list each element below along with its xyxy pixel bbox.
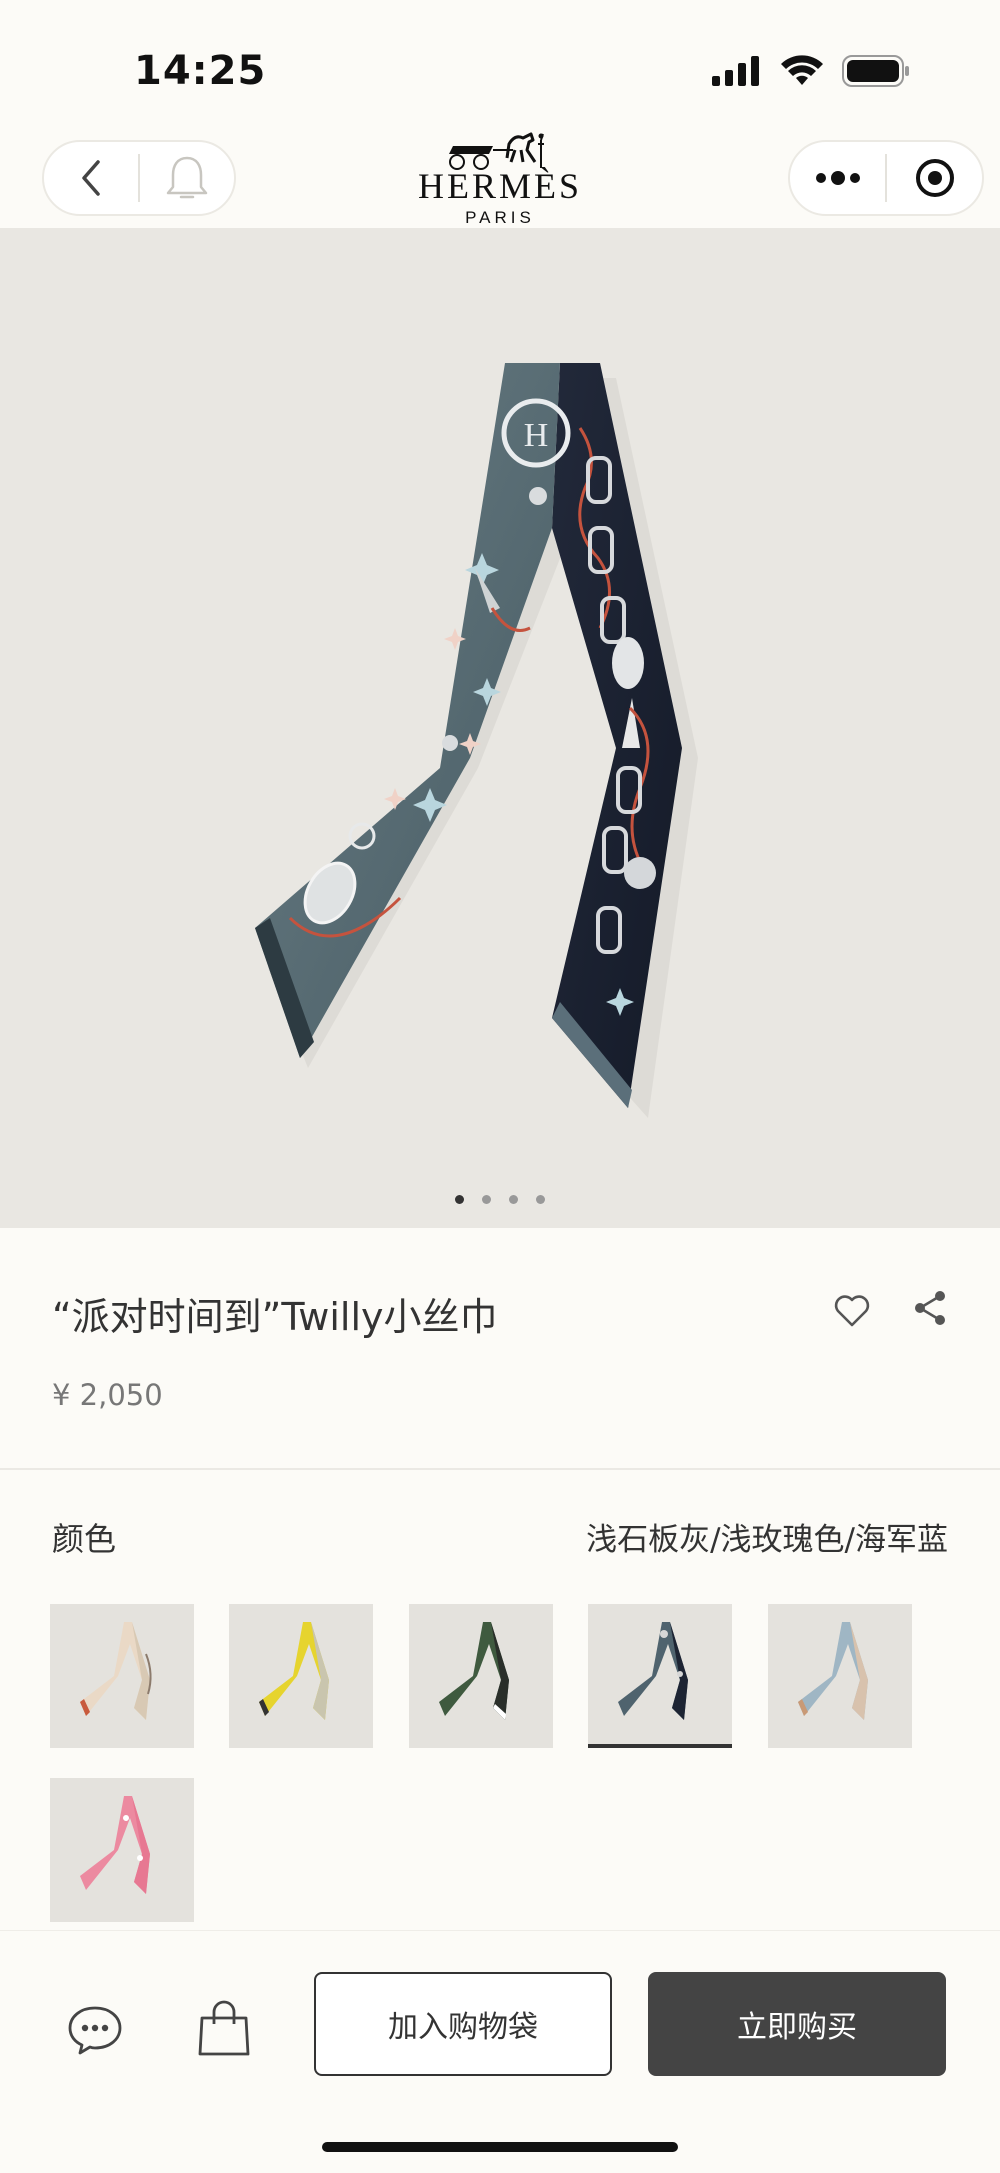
carousel-dot[interactable] — [536, 1195, 545, 1204]
brand-logo: HERMÈS PARIS — [400, 128, 600, 228]
share-icon — [915, 1291, 945, 1325]
buy-now-button[interactable]: 立即购买 — [648, 1972, 946, 2076]
nav-right-pill — [788, 140, 984, 216]
swatch-scarf-image — [259, 1622, 329, 1720]
product-title: “派对时间到”Twilly小丝巾 — [52, 1295, 498, 1339]
more-dots-icon — [815, 171, 860, 185]
chat-bubble-icon — [68, 2006, 122, 2055]
carousel-dot[interactable] — [482, 1195, 491, 1204]
shopping-bag-button[interactable] — [196, 1998, 252, 2058]
svg-text:H: H — [524, 417, 549, 454]
add-to-bag-button[interactable]: 加入购物袋 — [314, 1972, 612, 2076]
status-bar: 14:25 — [0, 0, 1000, 130]
color-swatch[interactable] — [229, 1604, 373, 1748]
swatch-scarf-image — [618, 1622, 688, 1720]
selected-color-name: 浅石板灰/浅玫瑰色/海军蓝 — [586, 1522, 948, 1558]
color-swatch[interactable] — [768, 1604, 912, 1748]
section-divider — [0, 1468, 1000, 1470]
carousel-dot[interactable] — [509, 1195, 518, 1204]
chevron-left-icon — [82, 160, 100, 196]
bell-icon — [166, 156, 208, 199]
notification-button[interactable] — [140, 142, 234, 214]
product-price: ¥ 2,050 — [52, 1378, 163, 1412]
carousel-dot[interactable] — [455, 1195, 464, 1204]
share-button[interactable] — [910, 1288, 954, 1332]
swatch-scarf-image — [439, 1622, 509, 1720]
color-swatch[interactable] — [50, 1778, 194, 1922]
twilly-scarf-image: H — [255, 363, 698, 1118]
close-miniprogram-button[interactable] — [887, 142, 982, 214]
brand-subtitle: PARIS — [465, 208, 535, 227]
favorite-button[interactable] — [832, 1290, 876, 1334]
swatch-scarf-image — [80, 1796, 150, 1894]
heart-icon — [834, 1295, 870, 1327]
battery-icon — [842, 55, 909, 87]
swatch-scarf-image — [80, 1622, 152, 1720]
color-swatch[interactable] — [50, 1604, 194, 1748]
home-indicator — [322, 2142, 678, 2152]
customer-service-button[interactable] — [66, 2000, 124, 2058]
color-swatch-selected[interactable] — [588, 1604, 732, 1748]
color-swatch[interactable] — [409, 1604, 553, 1748]
wifi-icon — [781, 55, 823, 85]
more-button[interactable] — [790, 142, 885, 214]
swatch-scarf-image — [798, 1622, 868, 1720]
carousel-indicator — [0, 1195, 1000, 1204]
color-label: 颜色 — [52, 1520, 117, 1558]
back-button[interactable] — [44, 142, 138, 214]
status-time: 14:25 — [134, 48, 267, 94]
target-icon — [915, 159, 954, 197]
status-icons — [712, 55, 910, 87]
product-image[interactable]: H — [0, 228, 1000, 1228]
shopping-bag-icon — [198, 2000, 250, 2056]
nav-left-pill — [42, 140, 236, 216]
carriage-logo-icon — [449, 132, 544, 170]
cellular-signal-icon — [712, 56, 759, 86]
brand-name: HERMÈS — [417, 166, 583, 206]
